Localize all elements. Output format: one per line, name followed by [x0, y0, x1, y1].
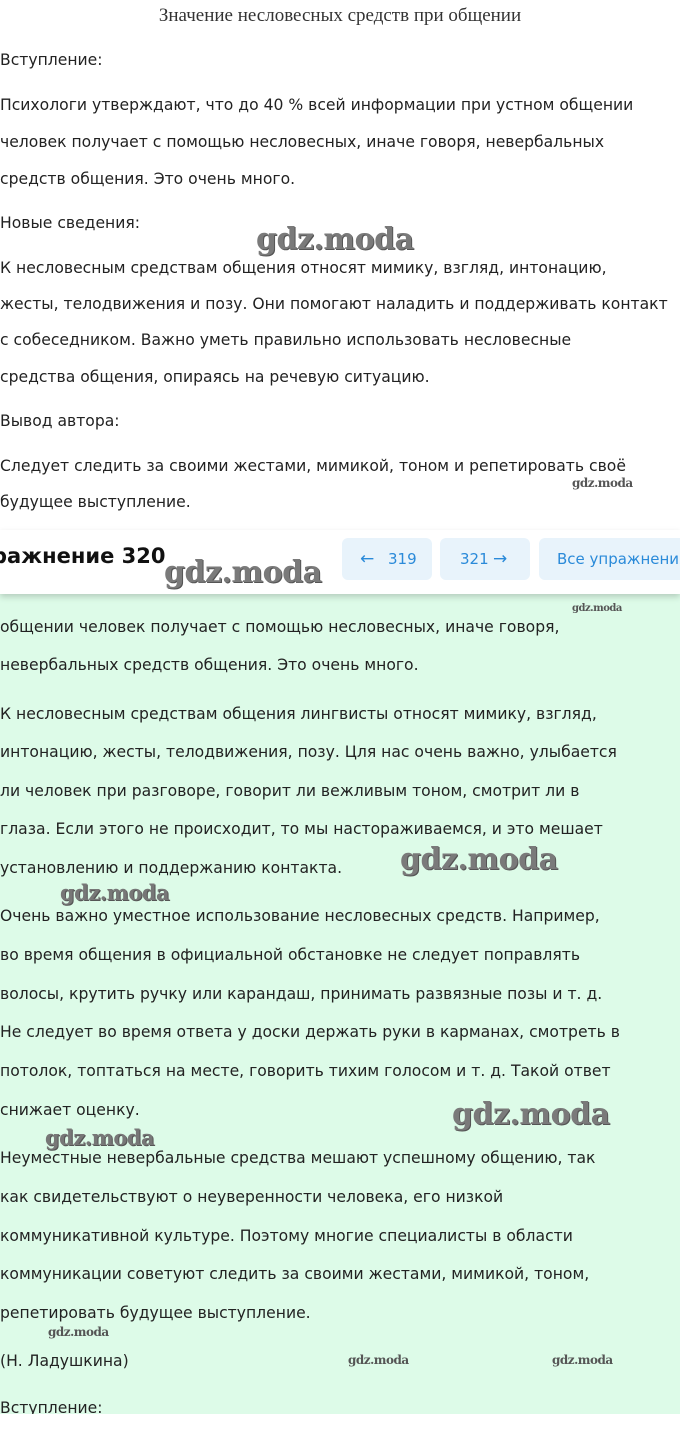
- conclusion-label: Вывод автора:: [0, 412, 120, 430]
- answer-line: коммуникации советуют следить за своими …: [0, 1265, 590, 1283]
- watermark-logo: gdz.moda: [256, 222, 414, 257]
- watermark-logo: gdz.moda: [452, 1097, 610, 1132]
- answer-line: ли человек при разговоре, говорит ли веж…: [0, 782, 580, 800]
- all-exercises-button[interactable]: Все упражнения: [539, 538, 680, 580]
- answer-line: потолок, топтаться на месте, говорить ти…: [0, 1062, 611, 1080]
- page-title: Значение несловесных средств при общении: [158, 5, 522, 26]
- arrow-left-icon: ←: [360, 549, 375, 569]
- answer-line: как свидетельствуют о неуверенности чело…: [0, 1188, 504, 1206]
- answer-line: Вступление:: [0, 1399, 103, 1414]
- prev-exercise-button[interactable]: ← 319: [342, 538, 432, 580]
- new-info-line: жесты, телодвижения и позу. Они помогают…: [0, 295, 668, 313]
- text-section: Значение несловесных средств при общении…: [0, 0, 680, 540]
- watermark-logo: gdz.moda: [400, 842, 558, 877]
- watermark-logo: gdz.moda: [572, 476, 633, 490]
- answer-line: общении человек получает с помощью несло…: [0, 618, 560, 636]
- answer-line: интонацию, жесты, телодвижения, позу. Цл…: [0, 743, 617, 761]
- watermark-logo: gdz.moda: [552, 1353, 613, 1367]
- watermark-logo: gdz.moda: [48, 1325, 109, 1339]
- intro-line: Психологи утверждают, что до 40 % всей и…: [0, 96, 634, 114]
- next-exercise-button[interactable]: 321 →: [440, 538, 530, 580]
- answer-line: Не следует во время ответа у доски держа…: [0, 1023, 620, 1041]
- intro-line: человек получает с помощью несловесных, …: [0, 133, 605, 151]
- watermark-logo: gdz.moda: [45, 1125, 155, 1150]
- prev-exercise-label: 319: [388, 550, 417, 568]
- exercise-nav-bar: ражнение 320 ← 319 321 → Все упражнения: [0, 530, 680, 594]
- next-exercise-label: 321: [460, 550, 489, 568]
- exercise-title: ражнение 320: [0, 544, 166, 568]
- answer-line: во время общения в официальной обстановк…: [0, 946, 581, 964]
- intro-label: Вступление:: [0, 51, 103, 69]
- arrow-right-icon: →: [493, 549, 508, 569]
- answer-line: глаза. Если этого не происходит, то мы н…: [0, 820, 603, 838]
- watermark-logo: gdz.moda: [164, 555, 322, 590]
- answer-line: невербальных средств общения. Это очень …: [0, 656, 419, 674]
- new-info-line: с собеседником. Важно уметь правильно ис…: [0, 331, 572, 349]
- all-exercises-label: Все упражнения: [557, 550, 680, 568]
- answer-line: К несловесным средствам общения лингвист…: [0, 705, 597, 723]
- answer-section: общении человек получает с помощью несло…: [0, 594, 680, 1414]
- answer-line: коммуникативной культуре. Поэтому многие…: [0, 1227, 573, 1245]
- new-info-line: средства общения, опираясь на речевую си…: [0, 368, 430, 386]
- watermark-logo: gdz.moda: [348, 1353, 409, 1367]
- watermark-logo: gdz.moda: [60, 880, 170, 905]
- answer-line: волосы, крутить ручку или карандаш, прин…: [0, 985, 603, 1003]
- intro-line: средств общения. Это очень много.: [0, 170, 296, 188]
- watermark-logo: gdz.moda: [572, 603, 622, 614]
